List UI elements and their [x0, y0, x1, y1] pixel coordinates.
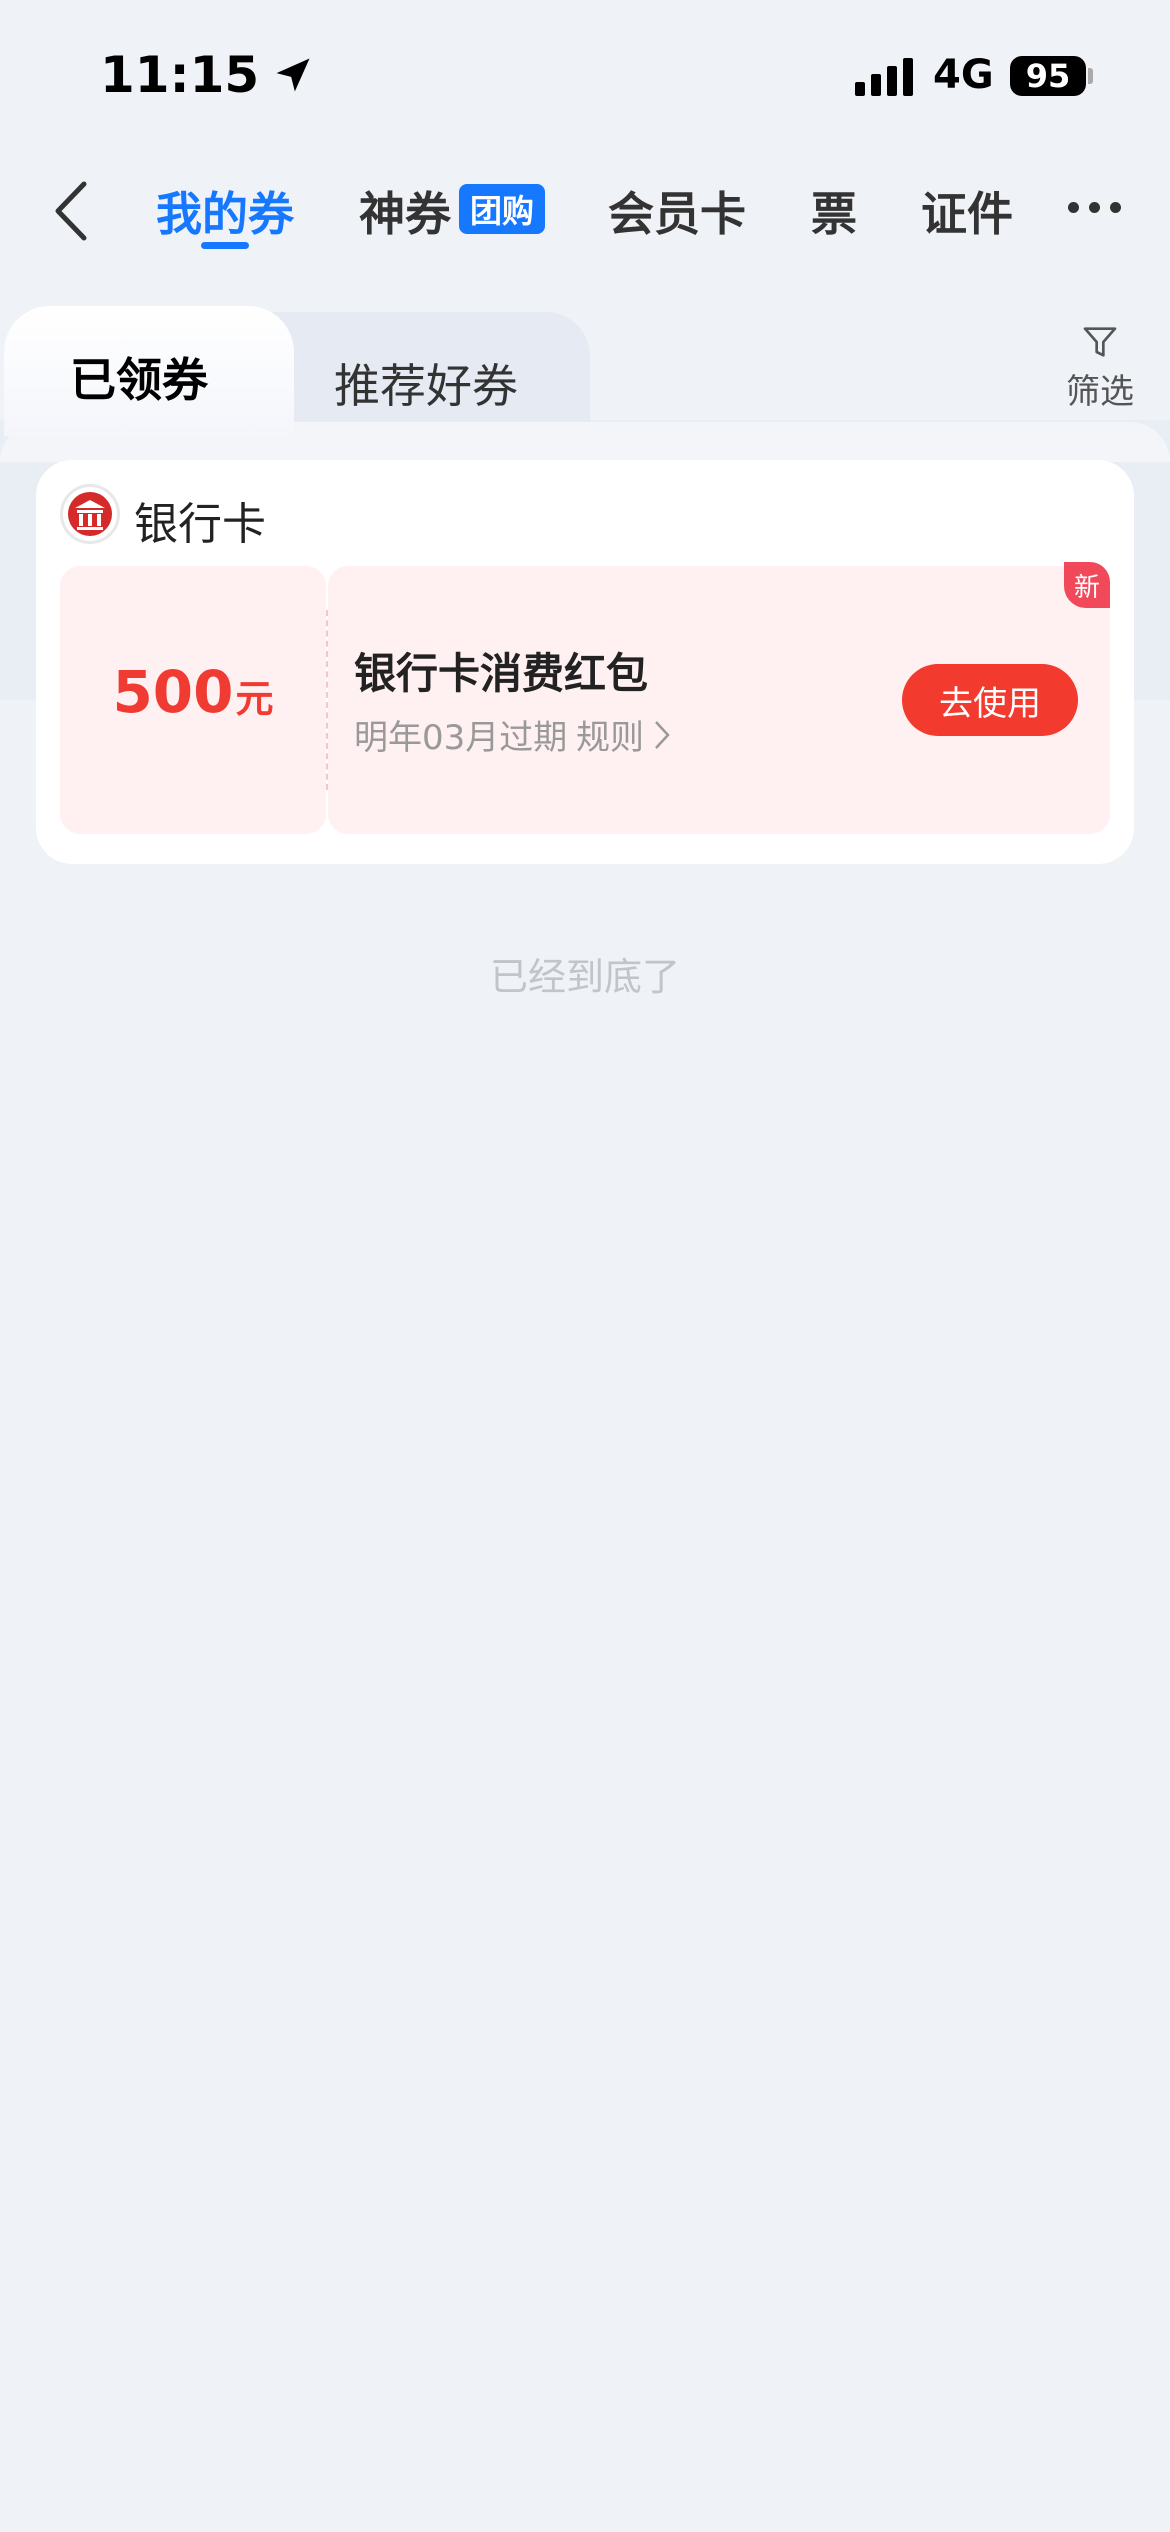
subtab-recommended[interactable]: 推荐好券 [334, 350, 518, 416]
end-of-list-text: 已经到底了 [489, 955, 680, 999]
coupon-divider [326, 610, 328, 790]
new-badge: 新 [1064, 562, 1110, 608]
more-icon[interactable] [1068, 202, 1121, 213]
filter-icon [1083, 327, 1117, 357]
status-time: 11:15 [100, 46, 315, 104]
card-title: 银行卡 [134, 499, 266, 550]
battery-icon: 95 [1010, 56, 1086, 96]
tab-my-coupons[interactable]: 我的券 [156, 178, 294, 244]
coupon-amount-panel: 500 元 [60, 566, 326, 834]
coupon-amount: 500 [112, 658, 234, 726]
bank-logo-icon [60, 484, 120, 544]
coupon-title: 银行卡消费红包 [354, 649, 649, 698]
filter-label: 筛选 [1066, 372, 1134, 412]
back-icon[interactable] [48, 176, 100, 246]
location-arrow-icon [276, 58, 310, 92]
rule-label: 规则 [576, 718, 644, 758]
coupon-expiry: 明年03月过期 [354, 718, 568, 758]
subtab-claimed[interactable]: 已领券 [70, 344, 208, 410]
tab-super-coupons[interactable]: 神券 [359, 178, 451, 244]
coupon-page: 11:15 4G 95 我的券 神券 团购 会员卡 票 证件 已领券 推荐好券 … [0, 0, 1170, 2532]
time-text: 11:15 [100, 46, 260, 104]
tab-membership-card[interactable]: 会员卡 [608, 178, 746, 244]
battery-tip [1088, 68, 1093, 84]
tab-tickets[interactable]: 票 [811, 178, 857, 244]
signal-icon [855, 58, 913, 96]
coupon-unit: 元 [235, 677, 274, 721]
active-tab-indicator [201, 242, 249, 249]
chevron-right-icon [655, 720, 670, 749]
tab-documents[interactable]: 证件 [921, 178, 1013, 244]
use-coupon-button[interactable]: 去使用 [902, 664, 1078, 736]
group-buy-badge: 团购 [459, 184, 545, 234]
coupon-rule-link[interactable]: 规则 [576, 710, 672, 759]
network-label: 4G [933, 52, 994, 98]
filter-button[interactable]: 筛选 [1060, 322, 1140, 413]
